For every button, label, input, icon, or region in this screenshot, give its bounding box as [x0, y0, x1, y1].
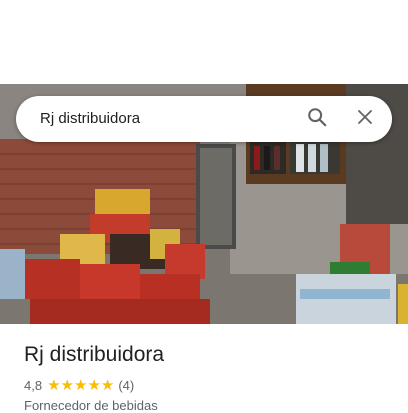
review-count[interactable]: (4) — [118, 378, 134, 393]
clear-search-button[interactable] — [350, 104, 380, 134]
map-blank-area — [0, 0, 408, 84]
star-icon: ★ — [100, 376, 115, 394]
place-category: Fornecedor de bebidas — [24, 398, 158, 413]
star-icon: ★ — [47, 376, 61, 394]
search-icon — [306, 106, 328, 133]
close-icon — [356, 108, 374, 131]
place-name: Rj distribuidora — [24, 343, 165, 366]
place-info-panel[interactable]: Rj distribuidora 4,8 ★ ★ ★ ★ ★ (4) Forne… — [0, 324, 408, 413]
search-query-text[interactable]: Rj distribuidora — [40, 110, 140, 127]
star-icon: ★ — [87, 376, 101, 394]
search-bar[interactable]: Rj distribuidora — [16, 96, 392, 142]
rating-row[interactable]: 4,8 ★ ★ ★ ★ ★ (4) — [24, 377, 134, 393]
star-icon: ★ — [60, 376, 74, 394]
rating-value: 4,8 — [24, 377, 43, 393]
search-button[interactable] — [302, 104, 332, 134]
star-icon: ★ — [73, 376, 88, 394]
rating-stars: ★ ★ ★ ★ ★ — [47, 378, 114, 393]
